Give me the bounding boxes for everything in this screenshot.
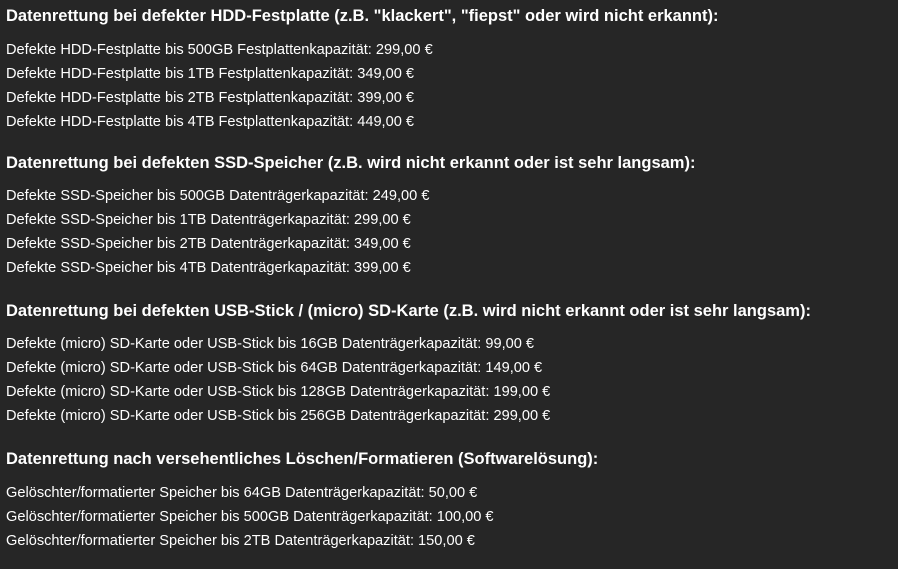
price-list-ssd: Defekte SSD-Speicher bis 500GB Datenträg… (6, 184, 892, 280)
price-item: Defekte (micro) SD-Karte oder USB-Stick … (6, 384, 551, 400)
section-ssd: Datenrettung bei defekten SSD-Speicher (… (6, 153, 892, 280)
price-item: Defekte HDD-Festplatte bis 500GB Festpla… (6, 42, 433, 58)
price-item: Gelöschter/formatierter Speicher bis 64G… (6, 485, 478, 501)
price-list-usb-sd: Defekte (micro) SD-Karte oder USB-Stick … (6, 332, 892, 428)
section-heading-software: Datenrettung nach versehentliches Lösche… (6, 450, 599, 468)
price-item: Defekte SSD-Speicher bis 2TB Datenträger… (6, 236, 411, 252)
price-item: Defekte SSD-Speicher bis 500GB Datenträg… (6, 188, 430, 204)
section-usb-sd: Datenrettung bei defekten USB-Stick / (m… (6, 301, 892, 428)
price-item: Defekte (micro) SD-Karte oder USB-Stick … (6, 360, 543, 376)
price-item: Defekte HDD-Festplatte bis 2TB Festplatt… (6, 90, 415, 106)
price-item: Defekte SSD-Speicher bis 4TB Datenträger… (6, 260, 411, 276)
price-item: Defekte (micro) SD-Karte oder USB-Stick … (6, 336, 535, 352)
section-heading-usb-sd: Datenrettung bei defekten USB-Stick / (m… (6, 302, 811, 320)
price-item: Gelöschter/formatierter Speicher bis 500… (6, 509, 494, 525)
section-software: Datenrettung nach versehentliches Lösche… (6, 449, 892, 553)
price-item: Defekte HDD-Festplatte bis 1TB Festplatt… (6, 66, 415, 82)
price-list-page: Datenrettung bei defekter HDD-Festplatte… (0, 0, 898, 569)
price-list-software: Gelöschter/formatierter Speicher bis 64G… (6, 481, 892, 553)
price-item: Defekte SSD-Speicher bis 1TB Datenträger… (6, 212, 411, 228)
price-item: Defekte HDD-Festplatte bis 4TB Festplatt… (6, 114, 415, 130)
price-item: Gelöschter/formatierter Speicher bis 2TB… (6, 533, 475, 549)
section-hdd: Datenrettung bei defekter HDD-Festplatte… (6, 6, 892, 134)
section-heading-hdd: Datenrettung bei defekter HDD-Festplatte… (6, 7, 719, 25)
price-list-hdd: Defekte HDD-Festplatte bis 500GB Festpla… (6, 38, 892, 134)
price-item: Defekte (micro) SD-Karte oder USB-Stick … (6, 408, 551, 424)
section-heading-ssd: Datenrettung bei defekten SSD-Speicher (… (6, 154, 696, 172)
